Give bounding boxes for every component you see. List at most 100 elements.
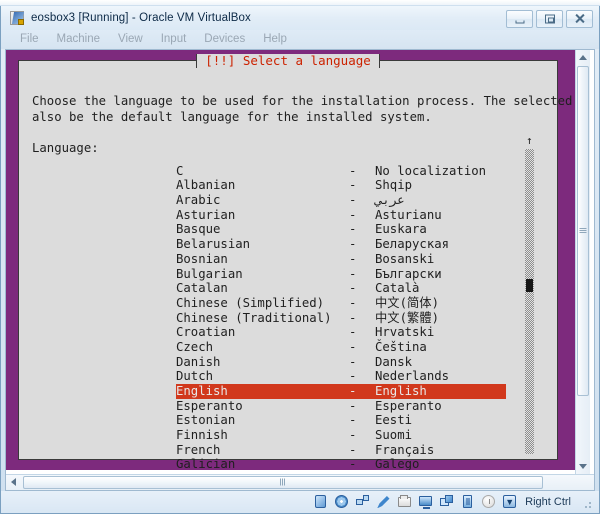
language-row[interactable]: Danish - Dansk — [176, 355, 506, 370]
vm-scroll-up-button[interactable] — [576, 50, 590, 65]
dialog-title-row: [!!] Select a language — [19, 53, 557, 68]
usb-device-icon[interactable] — [459, 493, 476, 510]
language-separator: - — [349, 442, 357, 457]
language-native-name: Беларуская — [375, 237, 450, 252]
network-icon[interactable] — [354, 493, 371, 510]
language-native-name: Català — [375, 281, 420, 296]
vm-vertical-scroll-thumb[interactable] — [577, 65, 589, 396]
window-title: eosbox3 [Running] - Oracle VM VirtualBox — [31, 12, 251, 25]
language-name: Croatian — [176, 325, 236, 340]
virtualbox-icon — [9, 10, 25, 26]
language-separator: - — [349, 369, 357, 384]
language-native-name: Nederlands — [375, 369, 450, 384]
language-row[interactable]: French - Français — [176, 443, 506, 458]
language-native-name: Euskara — [375, 222, 427, 237]
list-scrollbar[interactable]: ↑ — [525, 135, 535, 454]
language-native-name: Français — [375, 442, 435, 457]
language-native-name: 中文(简体) — [375, 295, 439, 310]
language-row[interactable]: Finnish - Suomi — [176, 428, 506, 443]
language-name: Czech — [176, 339, 214, 354]
menu-item-view[interactable]: View — [109, 33, 152, 45]
list-scrollbar-thumb[interactable] — [526, 278, 533, 292]
hard-disk-icon[interactable] — [312, 493, 329, 510]
vrde-window-icon[interactable] — [438, 493, 455, 510]
language-separator: - — [349, 325, 357, 340]
language-native-name: 中文(繁體) — [375, 310, 439, 325]
menu-item-devices[interactable]: Devices — [195, 33, 254, 45]
language-native-name: Hrvatski — [375, 325, 435, 340]
language-row[interactable]: Esperanto - Esperanto — [176, 399, 506, 414]
scroll-up-icon[interactable]: ↑ — [526, 135, 533, 146]
language-separator: - — [349, 310, 357, 325]
scroll-thumb-grip-icon — [579, 227, 587, 234]
language-name: Chinese (Traditional) — [176, 310, 332, 325]
language-row[interactable]: Arabic - عربي — [176, 193, 506, 208]
menu-item-file[interactable]: File — [11, 33, 48, 45]
vm-horizontal-scroll-thumb[interactable] — [23, 475, 543, 489]
minimize-icon — [515, 20, 524, 24]
language-separator: - — [349, 428, 357, 443]
title-bar[interactable]: eosbox3 [Running] - Oracle VM VirtualBox — [1, 6, 599, 31]
language-row[interactable]: Galician - Galego — [176, 457, 506, 469]
language-name: Chinese (Simplified) — [176, 295, 325, 310]
language-separator: - — [349, 398, 357, 413]
language-native-name: Čeština — [375, 339, 427, 354]
shared-folders-icon[interactable] — [396, 493, 413, 510]
language-native-name: Esperanto — [375, 398, 442, 413]
language-row[interactable]: Belarusian - Беларуская — [176, 237, 506, 252]
chevron-left-icon — [11, 478, 16, 487]
language-row[interactable]: Albanian - Shqip — [176, 178, 506, 193]
language-row[interactable]: Chinese (Simplified) - 中文(简体) — [176, 296, 506, 311]
language-native-name: عربي — [375, 193, 405, 208]
close-button[interactable] — [566, 10, 593, 28]
language-row[interactable]: Chinese (Traditional) - 中文(繁體) — [176, 311, 506, 326]
list-scrollbar-track[interactable] — [525, 148, 534, 454]
guest-screen[interactable]: [!!] Select a language Choose the langua… — [6, 49, 575, 470]
chevron-down-icon — [579, 463, 587, 469]
vm-scroll-left-button[interactable] — [6, 475, 21, 490]
host-key-label: Right Ctrl — [525, 495, 571, 508]
language-list[interactable]: C - No localization Albanian - Shqip Arabic - عر… — [176, 164, 506, 470]
resize-grip-icon[interactable] — [579, 496, 591, 508]
language-row[interactable]: Bosnian - Bosanski — [176, 252, 506, 267]
menu-item-help[interactable]: Help — [254, 33, 296, 45]
language-row[interactable]: Asturian - Asturianu — [176, 208, 506, 223]
optical-disk-icon[interactable] — [333, 493, 350, 510]
language-row[interactable]: Estonian - Eesti — [176, 413, 506, 428]
vm-scroll-down-button[interactable] — [576, 459, 590, 474]
dialog-description: Choose the language to be used for the i… — [32, 93, 573, 124]
language-name: Albanian — [176, 178, 236, 193]
display-icon[interactable] — [417, 493, 434, 510]
language-row[interactable]: Bulgarian - Български — [176, 267, 506, 282]
language-row[interactable]: Czech - Čeština — [176, 340, 506, 355]
language-name: Galician — [176, 457, 236, 470]
usb-pen-icon[interactable] — [375, 493, 392, 510]
language-row[interactable]: Dutch - Nederlands — [176, 369, 506, 384]
language-row[interactable]: Croatian - Hrvatski — [176, 325, 506, 340]
language-row[interactable]: Catalan - Català — [176, 281, 506, 296]
minimize-button[interactable] — [506, 10, 533, 28]
host-key-icon[interactable] — [501, 493, 518, 510]
language-native-name: Bosanski — [375, 251, 435, 266]
menu-item-input[interactable]: Input — [152, 33, 196, 45]
status-bar: Right Ctrl — [1, 490, 599, 513]
language-name: Esperanto — [176, 398, 243, 413]
vm-horizontal-scrollbar[interactable] — [6, 473, 594, 490]
close-icon — [574, 14, 585, 25]
menu-item-machine[interactable]: Machine — [48, 33, 109, 45]
language-row[interactable]: Basque - Euskara — [176, 222, 506, 237]
window-controls — [506, 10, 593, 28]
language-row[interactable]: C - No localization — [176, 164, 506, 179]
maximize-button[interactable] — [536, 10, 563, 28]
language-row[interactable]: English - English — [176, 384, 506, 399]
vm-display-inner: [!!] Select a language Choose the langua… — [6, 49, 594, 474]
language-separator: - — [349, 222, 357, 237]
dialog-title: [!!] Select a language — [196, 53, 380, 68]
menu-bar: File Machine View Input Devices Help — [1, 30, 599, 49]
language-name: Dutch — [176, 369, 214, 384]
vm-vertical-scrollbar[interactable] — [575, 49, 590, 474]
language-name: Basque — [176, 222, 221, 237]
language-separator: - — [349, 193, 357, 208]
language-separator: - — [349, 163, 357, 178]
language-separator: - — [349, 251, 357, 266]
